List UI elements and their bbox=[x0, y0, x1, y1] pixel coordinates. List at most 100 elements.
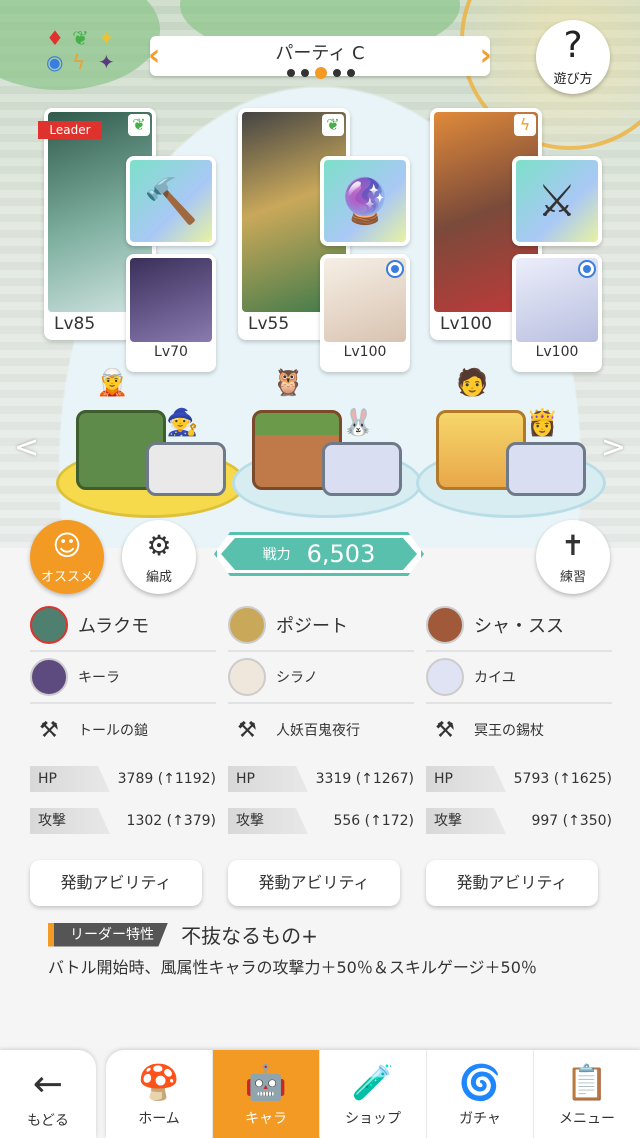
sub-character-level: Lv100 bbox=[535, 344, 579, 360]
leader-skill-tag: リーダー特性 bbox=[48, 922, 168, 947]
attack-stat: 攻撃 556 (↑172) bbox=[228, 802, 414, 840]
main-character-row[interactable]: ムラクモ bbox=[30, 600, 216, 652]
weapon-card-2[interactable]: 🔮 bbox=[320, 156, 410, 246]
main-character-row[interactable]: シャ・スス bbox=[426, 600, 612, 652]
attack-label: 攻撃 bbox=[426, 808, 506, 834]
light-attribute-icon: ✦ bbox=[98, 26, 115, 50]
ability-button[interactable]: 発動アビリティ bbox=[426, 860, 598, 906]
nav-item-menu[interactable]: 📋 メニュー bbox=[534, 1050, 640, 1138]
weapon-row[interactable]: ⚒ 人妖百鬼夜行 bbox=[228, 704, 414, 756]
shovel-weapon-icon: ⚒ bbox=[435, 717, 455, 743]
page-dot-active[interactable] bbox=[315, 67, 327, 79]
gacha-icon: 🌀 bbox=[458, 1063, 502, 1103]
training-dummy-icon: ✝ bbox=[561, 529, 585, 562]
sub-character-name: カイユ bbox=[474, 670, 516, 686]
nav-item-chara[interactable]: 🤖 キャラ bbox=[213, 1050, 320, 1138]
nav-item-gacha[interactable]: 🌀 ガチャ bbox=[427, 1050, 534, 1138]
organize-button[interactable]: ⚙ 編成 bbox=[122, 520, 196, 594]
member-column-1: ムラクモ キーラ ⚒ トールの鎚 HP 3789 (↑1192) 攻撃 1302… bbox=[30, 600, 216, 906]
attack-label: 攻撃 bbox=[30, 808, 110, 834]
help-label: 遊び方 bbox=[553, 72, 593, 87]
mini-character-icon: 🐰 bbox=[342, 408, 375, 438]
page-dot[interactable] bbox=[301, 69, 309, 77]
scroll-right-arrow-icon[interactable]: > bbox=[601, 430, 626, 465]
question-icon: ? bbox=[563, 25, 583, 66]
attack-value: 556 (↑172) bbox=[333, 813, 414, 829]
orb-weapon-icon: 🔮 bbox=[324, 160, 406, 242]
sub-character-level: Lv100 bbox=[343, 344, 387, 360]
leader-tag: Leader bbox=[38, 121, 102, 139]
sub-character-card-2[interactable]: Lv100 bbox=[320, 254, 410, 372]
wind-attribute-icon: ❦ bbox=[72, 26, 89, 50]
mini-character-icon: 🧙 bbox=[166, 408, 199, 438]
sub-character-name: シラノ bbox=[276, 670, 318, 686]
hammer-weapon-icon: 🔨 bbox=[130, 160, 212, 242]
character-level: Lv100 bbox=[440, 314, 492, 334]
shovel-weapon-icon: ⚒ bbox=[39, 717, 59, 743]
hp-stat: HP 3319 (↑1267) bbox=[228, 760, 414, 798]
hp-value: 3319 (↑1267) bbox=[315, 771, 414, 787]
nav-item-home[interactable]: 🍄 ホーム bbox=[106, 1050, 213, 1138]
recommend-icon: ☺ bbox=[52, 529, 82, 562]
nav-item-shop[interactable]: 🧪 ショップ bbox=[320, 1050, 427, 1138]
wind-attribute-icon: ❦ bbox=[128, 114, 150, 136]
pedestal-block bbox=[146, 442, 226, 496]
character-level: Lv85 bbox=[54, 314, 96, 334]
weapon-row[interactable]: ⚒ 冥王の錫杖 bbox=[426, 704, 612, 756]
sub-character-row[interactable]: シラノ bbox=[228, 652, 414, 704]
member-column-3: シャ・スス カイユ ⚒ 冥王の錫杖 HP 5793 (↑1625) 攻撃 997… bbox=[426, 600, 612, 906]
wind-attribute-icon: ❦ bbox=[322, 114, 344, 136]
mini-character-icon: 🦉 bbox=[272, 368, 305, 398]
recommend-button[interactable]: ☺ オススメ bbox=[30, 520, 104, 594]
help-button[interactable]: ? 遊び方 bbox=[536, 20, 610, 94]
ability-button[interactable]: 発動アビリティ bbox=[228, 860, 400, 906]
scroll-left-arrow-icon[interactable]: < bbox=[14, 430, 39, 465]
hp-label: HP bbox=[426, 766, 506, 792]
ability-button[interactable]: 発動アビリティ bbox=[30, 860, 202, 906]
water-attribute-icon: ◉ bbox=[46, 50, 64, 74]
weapon-card-3[interactable]: ⚔ bbox=[512, 156, 602, 246]
nav-label: ガチャ bbox=[459, 1111, 501, 1127]
main-character-row[interactable]: ポジート bbox=[228, 600, 414, 652]
member-column-2: ポジート シラノ ⚒ 人妖百鬼夜行 HP 3319 (↑1267) 攻撃 556… bbox=[228, 600, 414, 906]
hp-value: 3789 (↑1192) bbox=[117, 771, 216, 787]
sub-character-row[interactable]: キーラ bbox=[30, 652, 216, 704]
avatar bbox=[30, 606, 68, 644]
character-level: Lv55 bbox=[248, 314, 290, 334]
magnifier-gear-icon: ⚙ bbox=[146, 529, 172, 562]
attack-stat: 攻撃 1302 (↑379) bbox=[30, 802, 216, 840]
page-dot[interactable] bbox=[333, 69, 341, 77]
hp-value: 5793 (↑1625) bbox=[513, 771, 612, 787]
practice-button[interactable]: ✝ 練習 bbox=[536, 520, 610, 594]
weapon-card-1[interactable]: 🔨 bbox=[126, 156, 216, 246]
sub-character-card-3[interactable]: Lv100 bbox=[512, 254, 602, 372]
scepter-weapon-icon: ⚔ bbox=[516, 160, 598, 242]
sub-character-row[interactable]: カイユ bbox=[426, 652, 612, 704]
nav-label: キャラ bbox=[245, 1111, 287, 1127]
main-character-name: ポジート bbox=[276, 616, 348, 637]
page-dot[interactable] bbox=[287, 69, 295, 77]
nav-label: ホーム bbox=[138, 1111, 180, 1127]
page-dot[interactable] bbox=[347, 69, 355, 77]
party-scene: ♦ ❦ ✦ ◉ ϟ ✦ ‹ パーティ C › ? 遊び方 Leader ❦ Lv… bbox=[0, 0, 640, 550]
power-value: 6,503 bbox=[306, 540, 376, 568]
next-party-arrow-icon[interactable]: › bbox=[480, 38, 492, 74]
organize-label: 編成 bbox=[145, 570, 172, 585]
hp-stat: HP 3789 (↑1192) bbox=[30, 760, 216, 798]
mini-character-icon: 👸 bbox=[526, 408, 559, 438]
practice-label: 練習 bbox=[559, 570, 586, 585]
prev-party-arrow-icon[interactable]: ‹ bbox=[148, 38, 160, 74]
thunder-attribute-icon: ϟ bbox=[72, 50, 86, 74]
shovel-weapon-icon: ⚒ bbox=[237, 717, 257, 743]
attack-value: 997 (↑350) bbox=[531, 813, 612, 829]
weapon-name: トールの鎚 bbox=[78, 723, 148, 739]
attack-value: 1302 (↑379) bbox=[126, 813, 216, 829]
hp-stat: HP 5793 (↑1625) bbox=[426, 760, 612, 798]
sub-character-card-1[interactable]: Lv70 bbox=[126, 254, 216, 372]
weapon-row[interactable]: ⚒ トールの鎚 bbox=[30, 704, 216, 756]
attribute-icons: ♦ ❦ ✦ ◉ ϟ ✦ bbox=[42, 26, 122, 76]
water-attribute-icon bbox=[386, 260, 404, 278]
sub-character-level: Lv70 bbox=[154, 344, 188, 360]
back-button[interactable]: ← もどる bbox=[0, 1050, 96, 1138]
water-attribute-icon bbox=[578, 260, 596, 278]
